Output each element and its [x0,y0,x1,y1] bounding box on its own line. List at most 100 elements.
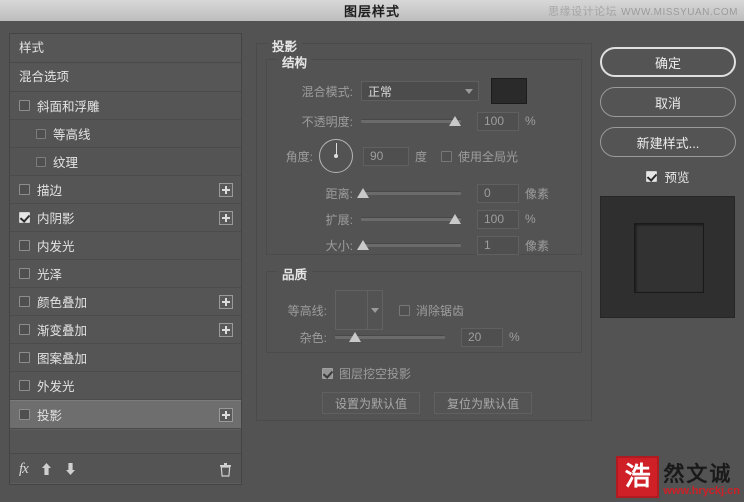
preview-box[interactable] [646,171,658,182]
contour-preset-picker[interactable] [335,290,383,330]
page-title: 图层样式 [343,4,400,19]
effect-toggle-checkbox[interactable] [19,352,30,363]
watermark-logo: 浩 然文诚 www.hryckj.cn [616,452,740,498]
effect-toggle-checkbox[interactable] [19,184,30,195]
knockout-box[interactable] [322,368,333,379]
angle-label: 角度: [285,149,313,164]
preview-label: 预览 [664,171,690,185]
effect-toggle-checkbox[interactable] [19,296,30,307]
effect-toggle-checkbox[interactable] [19,240,30,251]
use-global-light-checkbox[interactable]: 使用全局光 [441,148,518,165]
watermark-seal: 浩 [616,456,660,498]
effect-toggle-checkbox[interactable] [19,212,30,223]
sidebar-item-label: 纹理 [53,156,79,170]
preview-checkbox[interactable]: 预览 [600,167,736,186]
opacity-label: 不透明度: [301,114,353,129]
size-slider[interactable] [357,237,461,253]
spread-input[interactable]: 100 [477,209,519,229]
ok-button[interactable]: 确定 [600,47,736,77]
sidebar-item-label: 渐变叠加 [37,324,88,338]
blend-mode-select[interactable]: 正常 [361,81,479,101]
contour-dropdown-arrow[interactable] [368,291,382,329]
opacity-slider-knob[interactable] [449,116,461,126]
size-slider-knob[interactable] [357,240,369,250]
sidebar-item-11[interactable]: 投影 [10,400,241,429]
anti-alias-box[interactable] [399,304,410,316]
add-effect-icon[interactable] [219,407,233,422]
angle-row: 角度: 90 度 使用全局光 [267,136,583,176]
sidebar-header: 样式 [10,34,241,63]
chevron-down-icon [465,89,473,94]
effect-toggle-checkbox[interactable] [36,156,46,167]
opacity-input[interactable]: 100 [477,111,519,131]
use-global-light-box[interactable] [441,150,453,162]
opacity-unit: % [525,114,536,128]
sidebar-item-label: 描边 [37,184,63,198]
opacity-row: 不透明度: 100 % [267,110,583,132]
shadow-color-swatch[interactable] [491,78,527,104]
effect-settings-panel: 投影 结构 混合模式: 正常 不透明度: 100 % 角度: 90 度 使用全局… [256,33,592,483]
noise-unit: % [509,330,520,344]
noise-input[interactable]: 20 [461,327,503,347]
anti-alias-checkbox[interactable]: 消除锯齿 [399,302,464,319]
sidebar-item-8[interactable]: 渐变叠加 [10,316,241,344]
add-effect-icon[interactable] [219,210,233,225]
effect-toggle-checkbox[interactable] [19,409,30,420]
noise-slider-knob[interactable] [349,332,361,342]
dialog-actions: 确定 取消 新建样式... 预览 [600,47,736,318]
angle-dial[interactable] [319,139,353,173]
effect-toggle-checkbox[interactable] [19,380,30,391]
move-down-icon[interactable] [64,462,77,476]
spread-slider-knob[interactable] [449,214,461,224]
effect-toggle-checkbox[interactable] [19,324,30,335]
set-default-button[interactable]: 设置为默认值 [322,392,421,414]
add-effect-icon[interactable] [219,294,233,309]
watermark-logo-url: www.hryckj.cn [663,484,740,497]
size-unit: 像素 [525,238,550,253]
size-slider-track [361,243,461,247]
blend-mode-row: 混合模式: 正常 [267,78,583,104]
anti-alias-label: 消除锯齿 [416,303,465,318]
opacity-slider[interactable] [361,113,461,129]
style-effect-list: 斜面和浮雕 等高线纹理描边内阴影内发光 光泽 颜色叠加渐变叠加图案叠加 外发光 投影 [10,92,241,453]
cancel-button[interactable]: 取消 [600,87,736,117]
preview-thumbnail [600,196,735,318]
title-bar: 图层样式 思缘设计论坛 WWW.MISSYUAN.COM [0,0,744,22]
distance-slider[interactable] [357,185,461,201]
knockout-checkbox[interactable]: 图层挖空投影 [322,365,582,382]
sidebar-item-5[interactable]: 内发光 [10,232,241,260]
watermark-top: 思缘设计论坛 WWW.MISSYUAN.COM [548,3,738,19]
size-label: 大小: [325,238,353,253]
fx-icon[interactable]: fx [19,461,29,478]
sidebar-item-6[interactable]: 光泽 [10,260,241,288]
sidebar-item-blending-options[interactable]: 混合选项 [10,63,241,92]
sidebar-item-label: 内阴影 [37,212,75,226]
sidebar-item-9[interactable]: 图案叠加 [10,344,241,372]
sidebar-item-3[interactable]: 描边 [10,176,241,204]
move-up-icon[interactable] [40,462,53,476]
blend-mode-label: 混合模式: [301,84,353,99]
effect-toggle-checkbox[interactable] [19,100,30,111]
sidebar-item-4[interactable]: 内阴影 [10,204,241,232]
sidebar-item-0[interactable]: 斜面和浮雕 [10,92,241,120]
add-effect-icon[interactable] [219,182,233,197]
distance-input[interactable]: 0 [477,183,519,203]
reset-default-button[interactable]: 复位为默认值 [434,392,533,414]
noise-row: 杂色: 20 % [267,326,583,348]
delete-effect-icon[interactable] [219,462,232,477]
contour-label: 等高线: [287,303,327,318]
spread-slider[interactable] [361,211,461,227]
new-style-button[interactable]: 新建样式... [600,127,736,157]
add-effect-icon[interactable] [219,322,233,337]
size-input[interactable]: 1 [477,235,519,255]
angle-input[interactable]: 90 [363,146,409,166]
structure-group: 结构 混合模式: 正常 不透明度: 100 % 角度: 90 度 使用全局光 距… [266,52,583,255]
effect-toggle-checkbox[interactable] [36,128,46,139]
sidebar-item-2[interactable]: 纹理 [10,148,241,176]
effect-toggle-checkbox[interactable] [19,268,30,279]
noise-slider[interactable] [335,329,445,345]
sidebar-item-7[interactable]: 颜色叠加 [10,288,241,316]
distance-slider-knob[interactable] [357,188,369,198]
sidebar-item-10[interactable]: 外发光 [10,372,241,400]
sidebar-item-1[interactable]: 等高线 [10,120,241,148]
